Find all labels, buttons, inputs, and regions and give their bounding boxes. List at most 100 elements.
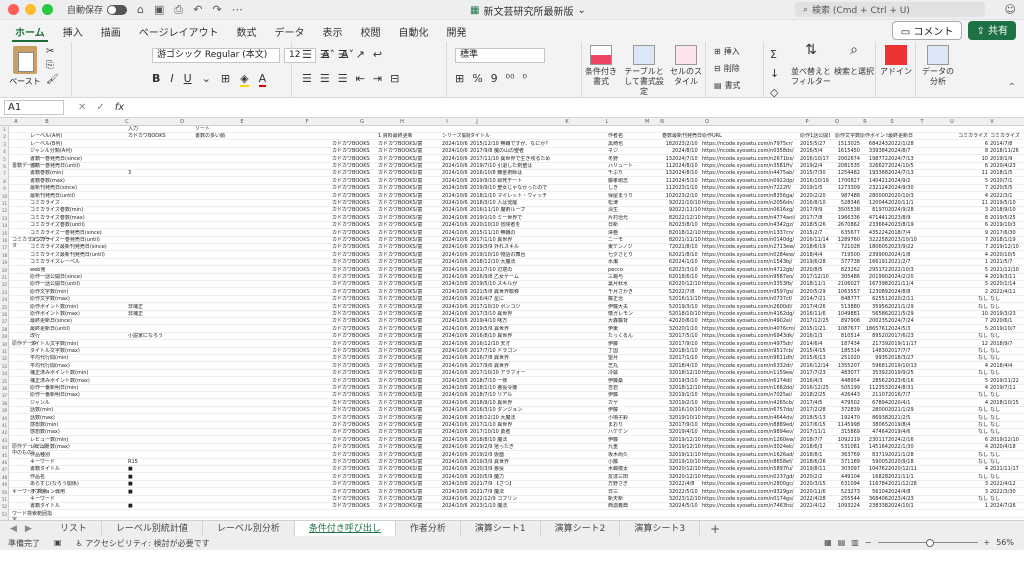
cell[interactable]: 2020/7/1 [990,178,1024,185]
cell[interactable]: https://ncode.syosetu.com/n5897fu/ [702,466,798,473]
column-header[interactable]: P [800,119,814,125]
cell[interactable]: 684243 [860,141,888,148]
cell[interactable]: 2016/8/10 [800,200,830,207]
cell[interactable]: カドカワBOOKS [332,326,377,333]
cell[interactable]: 2024/10/6 [442,415,470,422]
cell[interactable]: https://ncode.syosetu.com/n4162dg/ [702,311,798,318]
row-number[interactable]: 8 [0,178,9,185]
cell[interactable]: 2023/6/16 [888,378,920,385]
cell[interactable]: 平均代行間(max) [30,363,125,370]
cell[interactable]: 2019/3/10 [672,378,702,385]
cell[interactable]: シリーズ開始 [442,133,470,140]
table-row[interactable]: 36 原作一番新明日(min) カドカワBOOKS カドカワBOOKS/富 2024/1… [2,385,1024,392]
cell[interactable]: https://ncode.syosetu.com/n4902ei/ [702,318,798,325]
row-number[interactable]: 10 [0,193,9,200]
cell[interactable]: なし [948,452,988,459]
cell[interactable]: カドカワBOOKS [332,215,377,222]
table-row[interactable]: 19 コミカライズレーベル カドカワBOOKS カドカワBOOKS/富 2024/10/… [2,259,1024,267]
cell[interactable]: カドカワBOOKS [332,289,377,296]
row-number[interactable]: 41 [0,422,9,429]
row-number[interactable]: 1 [0,126,9,133]
cell[interactable]: 2024/10/6 [442,170,470,177]
sheet-tab-label-stats[interactable]: レーベル別統計値 [102,520,203,537]
table-row[interactable]: 7 書籍巻数(min) 3 カドカワBOOKS カドカワBOOKS/富 2024/10/6… [3,170,1024,178]
table-row[interactable]: 30 タイトル文字数(min) カドカワBOOKS カドカワBOOKS/富 2024/1… [2,341,1024,348]
chevron-down-icon[interactable]: ⌄ [577,5,585,16]
row-number[interactable]: 40 [0,415,9,422]
cell[interactable]: レビュー数(min) [30,437,125,444]
cell[interactable]: 2024/10/6 [442,156,470,163]
cell[interactable]: ■ [128,481,188,488]
cell[interactable]: 2022/7/8 [672,289,702,296]
row-number[interactable]: 39 [0,407,9,414]
cell[interactable]: 2022/4/28 [800,496,830,503]
cell[interactable]: 3 [660,415,672,422]
cell[interactable]: 3 [660,422,672,429]
cell[interactable]: https://ncode.syosetu.com/n2713ew/ [702,244,798,251]
cell[interactable]: 3 [660,452,672,459]
table-row[interactable]: 23 原作文字数(min) カドカワBOOKS カドカワBOOKS/富 2024/10/… [2,289,1024,296]
cell[interactable]: 5 [948,378,988,385]
table-row[interactable]: 13 コミカライズ巻数(max) カドカワBOOKS カドカワBOOKS/富 2024/… [2,215,1024,222]
bold-icon[interactable]: B [152,72,160,87]
column-header[interactable]: T [915,119,929,125]
cell[interactable]: カドカワBOOKS/富 [378,378,440,385]
cell[interactable]: 1145998 [832,422,860,429]
cell[interactable]: 2021/5/7 [990,259,1024,266]
cell[interactable]: 2024/10/6 [442,252,470,259]
cell[interactable]: カドカワBOOKS/富 [378,341,440,348]
cell[interactable]: 2018/4/4 [800,252,830,259]
cell[interactable]: 2021/5/8 異世界転移 [470,289,606,296]
table-row[interactable]: 14 コミカライズ巻数(until) カドカワBOOKS カドカワBOOKS/富 202… [2,222,1024,230]
cell[interactable]: 2024/10/6 [442,207,470,214]
cell[interactable]: 2016/4/3 [800,378,830,385]
column-header[interactable]: Q [830,119,844,125]
cut-icon[interactable]: ✂ [46,46,59,57]
cell[interactable]: カドカワBOOKS/富 [378,444,440,451]
cell[interactable]: タイトル [470,133,606,140]
name-box[interactable]: A1 [4,100,64,115]
cell[interactable]: 2018/1/10 悪役令嬢 [470,385,606,392]
cell[interactable]: 澤亜 [608,230,656,237]
cell[interactable]: 望月 [608,355,656,362]
cell[interactable]: カドカワBOOKS/富 [378,185,440,192]
cell[interactable]: 2015/1/21 [800,326,830,333]
cell[interactable]: あらすじ(なろう関係) [30,481,125,488]
cell[interactable]: 193368 [860,170,888,177]
cell[interactable]: 2020/8/5 [800,267,830,274]
cell[interactable]: https://ncode.syosetu.com/n7975cr/ [702,141,798,148]
cell[interactable]: 35392 [860,370,888,377]
cell[interactable]: 89520 [860,333,888,340]
cell[interactable]: なし [948,496,988,503]
cell[interactable]: カドカワBOOKS/富 [378,237,440,244]
cell[interactable]: 12 [948,341,988,348]
column-header[interactable]: U [945,119,959,125]
cancel-formula-icon[interactable]: ✕ [78,102,86,113]
cell[interactable]: 2018/3/10 人は覚醒 [470,200,606,207]
table-row[interactable]: 15 コミカライズ一巻発売日(since) カドカワBOOKS カドカワBOOKS/富… [2,230,1024,237]
cell[interactable]: 2020/12/10 [672,474,702,481]
cell[interactable]: 伊東 [608,326,656,333]
cell[interactable]: https://ncode.syosetu.com/n6757do/ [702,407,798,414]
cell[interactable]: カドカワBOOKS [332,237,377,244]
cell[interactable]: 2020/6/10 [672,318,702,325]
cell[interactable]: 2024/10/6 [442,289,470,296]
tab-draw[interactable]: 描画 [92,24,130,42]
cell[interactable]: 251020 [832,355,860,362]
cell[interactable]: 4 [660,318,672,325]
cell[interactable]: カドカワBOOKS [332,341,377,348]
cell[interactable]: 2023/4/23 [888,496,920,503]
cell[interactable]: カドカワBOOKS [332,459,377,466]
row-number[interactable]: 33 [0,363,9,370]
cell[interactable]: キーワード [30,496,125,503]
table-row[interactable]: 32 平均代行間(min) カドカワBOOKS カドカワBOOKS/富 2024/10/… [2,355,1024,363]
sheet-tab-label-analysis[interactable]: レーベル別分析 [203,520,295,537]
row-number[interactable]: 36 [0,385,9,392]
cell[interactable]: 原作一番新明日(min) [30,385,125,392]
cell[interactable]: 2019/5/10 スキルが [470,281,606,288]
cell[interactable]: 2021/11/10 [672,237,702,244]
cell[interactable]: カドカワBOOKS/富 [378,207,440,214]
cell[interactable]: なし [948,474,988,481]
cell[interactable]: カドカワBOOKS [332,185,377,192]
cell[interactable]: 冷蔵 [608,370,656,377]
